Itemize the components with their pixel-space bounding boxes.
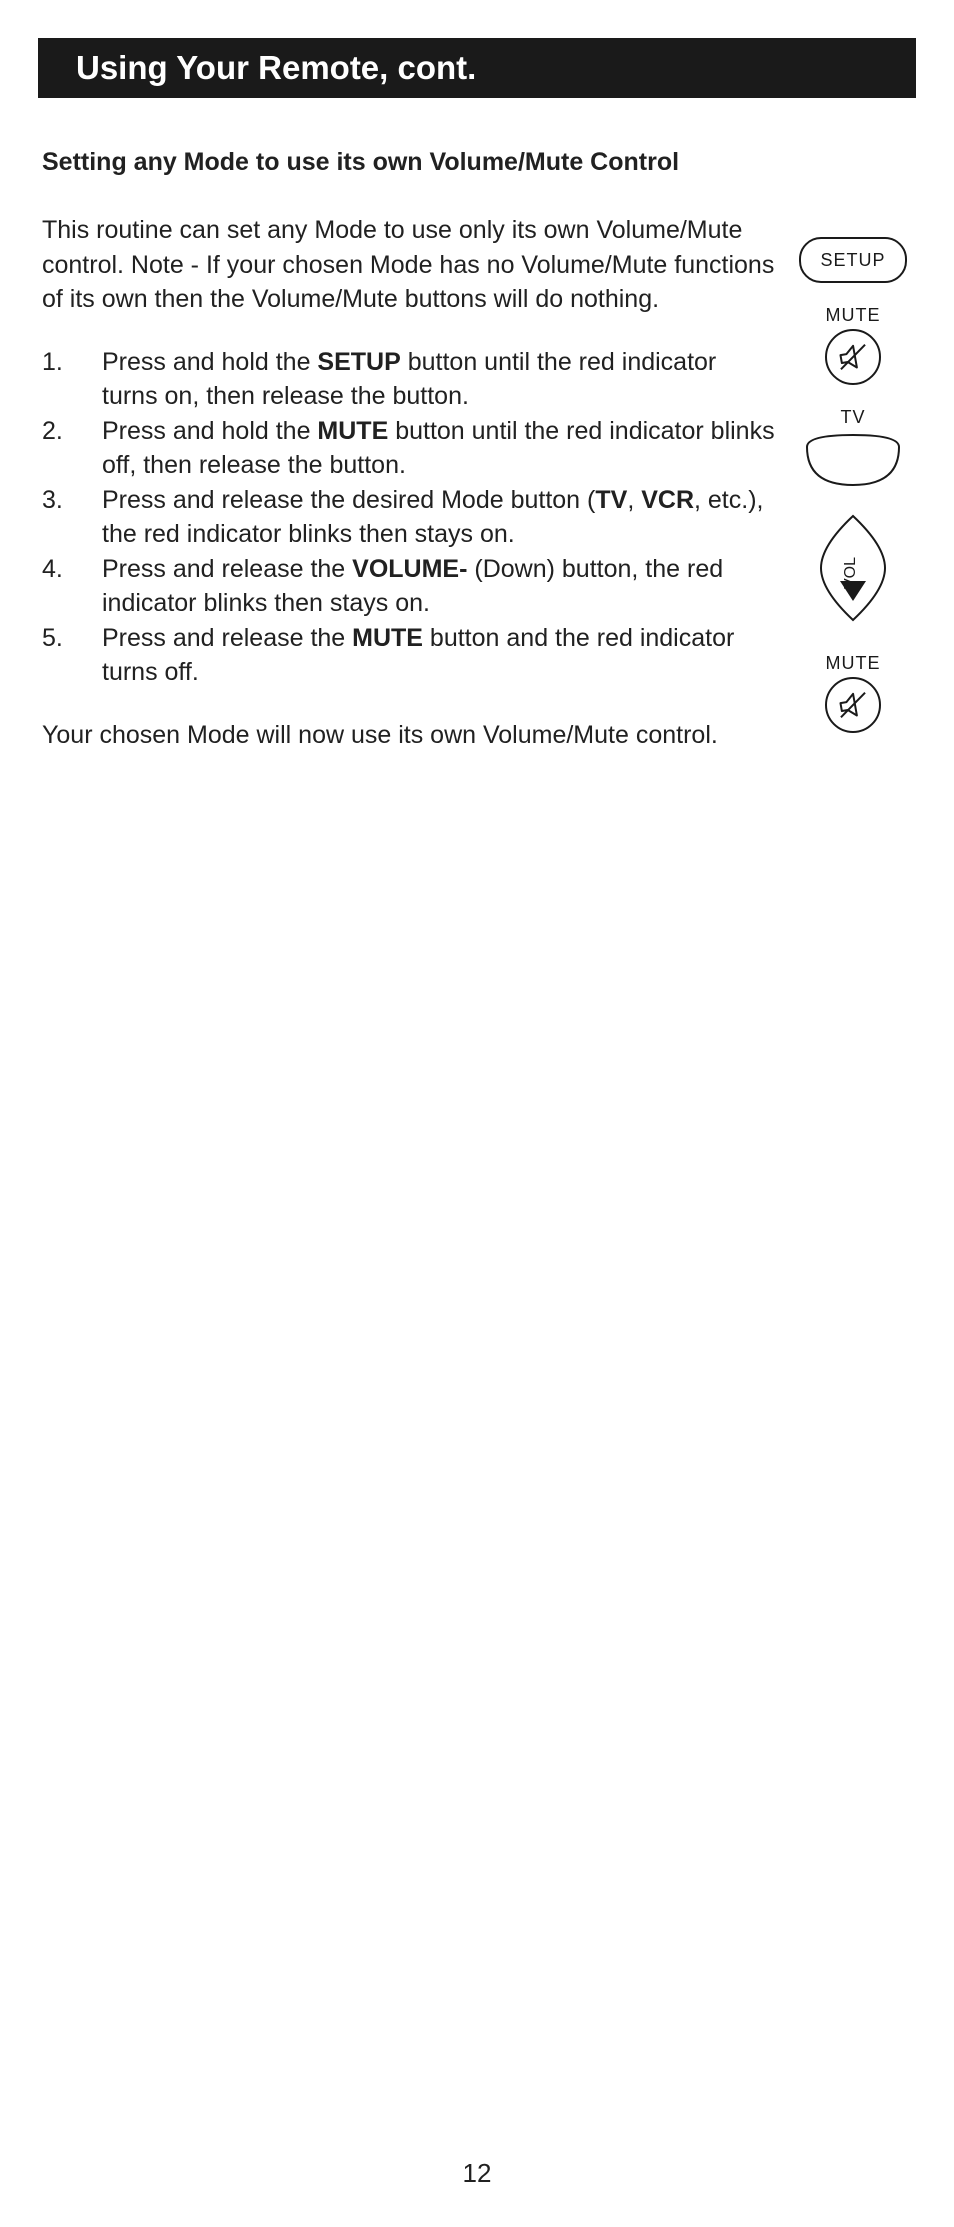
vol-down-button-icon: VOL: [818, 513, 888, 623]
steps-list: Press and hold the SETUP button until th…: [42, 345, 776, 690]
step-5: Press and release the MUTE button and th…: [42, 621, 776, 690]
step-3: Press and release the desired Mode butto…: [42, 483, 776, 552]
page-title: Using Your Remote, cont.: [76, 49, 476, 86]
step-2: Press and hold the MUTE button until the…: [42, 414, 776, 483]
step-1: Press and hold the SETUP button until th…: [42, 345, 776, 414]
button-illustration-column: SETUP MUTE T: [794, 213, 912, 752]
page-number: 12: [0, 2158, 954, 2189]
mute-button-icon: MUTE: [825, 305, 881, 385]
setup-button-icon: SETUP: [799, 237, 907, 283]
svg-text:VOL: VOL: [842, 557, 859, 589]
page-title-bar: Using Your Remote, cont.: [38, 38, 916, 98]
step-4: Press and release the VOLUME- (Down) but…: [42, 552, 776, 621]
intro-paragraph: This routine can set any Mode to use onl…: [42, 213, 776, 317]
outro-paragraph: Your chosen Mode will now use its own Vo…: [42, 718, 776, 753]
mute-speaker-icon: [835, 687, 871, 723]
mute-speaker-icon: [835, 339, 871, 375]
section-heading: Setting any Mode to use its own Volume/M…: [42, 148, 912, 177]
tv-button-icon: TV: [803, 407, 903, 487]
mute-button-icon: MUTE: [825, 653, 881, 733]
